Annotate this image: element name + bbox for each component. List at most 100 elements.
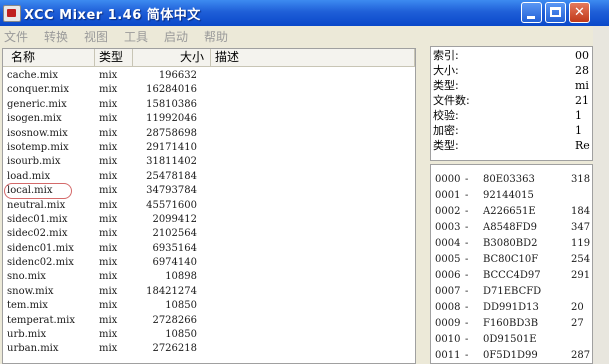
file-size: 2102564 bbox=[152, 228, 197, 240]
file-name: snow.mix bbox=[7, 285, 54, 297]
file-size: 2728266 bbox=[152, 314, 197, 326]
file-name: isotemp.mix bbox=[7, 141, 69, 153]
index-hash: B3080BD2 bbox=[483, 238, 538, 249]
index-dash: - bbox=[465, 238, 469, 249]
file-row[interactable]: neutral.mix mix 45571600 bbox=[3, 199, 415, 213]
index-dash: - bbox=[465, 222, 469, 233]
menu-tools[interactable]: 工具 bbox=[124, 28, 148, 45]
file-type: mix bbox=[99, 329, 118, 341]
file-row[interactable]: isogen.mix mix 11992046 bbox=[3, 112, 415, 126]
index-extra: 287 bbox=[571, 350, 591, 361]
index-dash: - bbox=[465, 350, 469, 361]
file-size: 31811402 bbox=[146, 156, 197, 168]
index-dash: - bbox=[465, 190, 469, 201]
info-value: 1 bbox=[575, 124, 582, 137]
index-hash: D71EBCFD bbox=[483, 286, 542, 297]
file-type: mix bbox=[99, 228, 118, 240]
file-row[interactable]: sno.mix mix 10898 bbox=[3, 270, 415, 284]
file-row[interactable]: urb.mix mix 10850 bbox=[3, 328, 415, 342]
index-hash: 0F5D1D99 bbox=[483, 350, 538, 361]
file-row[interactable]: isotemp.mix mix 29171410 bbox=[3, 141, 415, 155]
file-row[interactable]: urban.mix mix 2726218 bbox=[3, 342, 415, 356]
column-header-description-label: 描述 bbox=[215, 50, 240, 64]
index-hash: BCCC4D97 bbox=[483, 270, 541, 281]
file-type: mix bbox=[99, 141, 118, 153]
info-label: 大小: bbox=[433, 64, 459, 77]
file-row[interactable]: sidec02.mix mix 2102564 bbox=[3, 227, 415, 241]
index-extra: 254 bbox=[571, 254, 591, 265]
file-size: 6935164 bbox=[152, 242, 197, 254]
file-row-selected[interactable]: local.mix mix 34793784 bbox=[3, 183, 415, 200]
file-type: mix bbox=[99, 285, 118, 297]
info-label: 文件数: bbox=[433, 94, 470, 107]
file-size: 45571600 bbox=[146, 199, 197, 211]
file-name: generic.mix bbox=[7, 98, 67, 110]
info-value: Re bbox=[575, 139, 590, 152]
file-list[interactable]: 名称 类型 大小 描述 cache.mix mix 196632 conquer.m… bbox=[2, 48, 416, 364]
file-name: isosnow.mix bbox=[7, 127, 68, 139]
close-button[interactable]: ✕ bbox=[569, 2, 590, 23]
index-address: 0008 bbox=[435, 302, 461, 313]
file-name: sidenc02.mix bbox=[7, 257, 74, 269]
index-dash: - bbox=[465, 334, 469, 345]
file-size: 10850 bbox=[165, 300, 197, 312]
file-row[interactable]: load.mix mix 25478184 bbox=[3, 170, 415, 184]
column-header-name[interactable]: 名称 bbox=[3, 49, 95, 67]
menu-launch[interactable]: 启动 bbox=[164, 28, 188, 45]
column-header-size[interactable]: 大小 bbox=[133, 49, 211, 67]
file-info-panel: 索引: 00 大小: 28 类型: mi 文件数: 21 校验: 1 加密: 1 类型: Re bbox=[430, 46, 593, 161]
file-row[interactable]: temperat.mix mix 2728266 bbox=[3, 314, 415, 328]
splitter[interactable] bbox=[416, 48, 430, 364]
file-rows: cache.mix mix 196632 conquer.mix mix 1628401… bbox=[3, 69, 415, 357]
menu-convert[interactable]: 转换 bbox=[44, 28, 68, 45]
column-header-type-label: 类型 bbox=[99, 50, 124, 64]
column-header-description[interactable]: 描述 bbox=[211, 49, 415, 67]
file-row[interactable]: tem.mix mix 10850 bbox=[3, 299, 415, 313]
info-label: 类型: bbox=[433, 139, 459, 152]
index-dash: - bbox=[465, 302, 469, 313]
file-type: mix bbox=[99, 242, 118, 254]
info-value: 1 bbox=[575, 109, 582, 122]
file-row[interactable]: cache.mix mix 196632 bbox=[3, 69, 415, 83]
file-name: neutral.mix bbox=[7, 199, 66, 211]
file-name: urb.mix bbox=[7, 329, 47, 341]
index-hash: 80E03363 bbox=[483, 174, 535, 185]
minimize-button[interactable] bbox=[521, 2, 542, 23]
file-type: mix bbox=[99, 113, 118, 125]
info-value: 00 bbox=[575, 49, 589, 62]
info-label: 索引: bbox=[433, 49, 459, 62]
column-header-type[interactable]: 类型 bbox=[95, 49, 133, 67]
index-extra: 119 bbox=[571, 238, 591, 249]
maximize-button[interactable] bbox=[545, 2, 566, 23]
file-size: 25478184 bbox=[146, 170, 197, 182]
file-row[interactable]: generic.mix mix 15810386 bbox=[3, 98, 415, 112]
file-row[interactable]: snow.mix mix 18421274 bbox=[3, 285, 415, 299]
file-type: mix bbox=[99, 170, 118, 182]
menu-file[interactable]: 文件 bbox=[4, 28, 28, 45]
window-edge bbox=[593, 26, 609, 364]
file-row[interactable]: sidenc01.mix mix 6935164 bbox=[3, 242, 415, 256]
file-row[interactable]: sidenc02.mix mix 6974140 bbox=[3, 256, 415, 270]
file-type: mix bbox=[99, 84, 118, 96]
index-extra: 20 bbox=[571, 302, 584, 313]
file-row[interactable]: isosnow.mix mix 28758698 bbox=[3, 127, 415, 141]
index-address: 0010 bbox=[435, 334, 461, 345]
index-address: 0006 bbox=[435, 270, 461, 281]
index-dash: - bbox=[465, 254, 469, 265]
file-row[interactable]: conquer.mix mix 16284016 bbox=[3, 83, 415, 97]
file-size: 10898 bbox=[165, 271, 197, 283]
index-list-panel[interactable]: 0000-80E03363 318 0001-92144015 0002- A226… bbox=[430, 164, 593, 364]
file-size: 2726218 bbox=[152, 343, 197, 355]
title-bar: XCC Mixer 1.46 简体中文 ✕ bbox=[0, 0, 609, 26]
file-type: mix bbox=[99, 199, 118, 211]
file-type: mix bbox=[99, 343, 118, 355]
file-row[interactable]: sidec01.mix mix 2099412 bbox=[3, 213, 415, 227]
index-extra: 318 bbox=[571, 174, 591, 185]
menu-view[interactable]: 视图 bbox=[84, 28, 108, 45]
file-name: temperat.mix bbox=[7, 314, 75, 326]
file-name: sidenc01.mix bbox=[7, 242, 74, 254]
file-row[interactable]: isourb.mix mix 31811402 bbox=[3, 155, 415, 169]
menu-help[interactable]: 帮助 bbox=[204, 28, 228, 45]
file-type: mix bbox=[99, 213, 118, 225]
file-name: tem.mix bbox=[7, 300, 48, 312]
